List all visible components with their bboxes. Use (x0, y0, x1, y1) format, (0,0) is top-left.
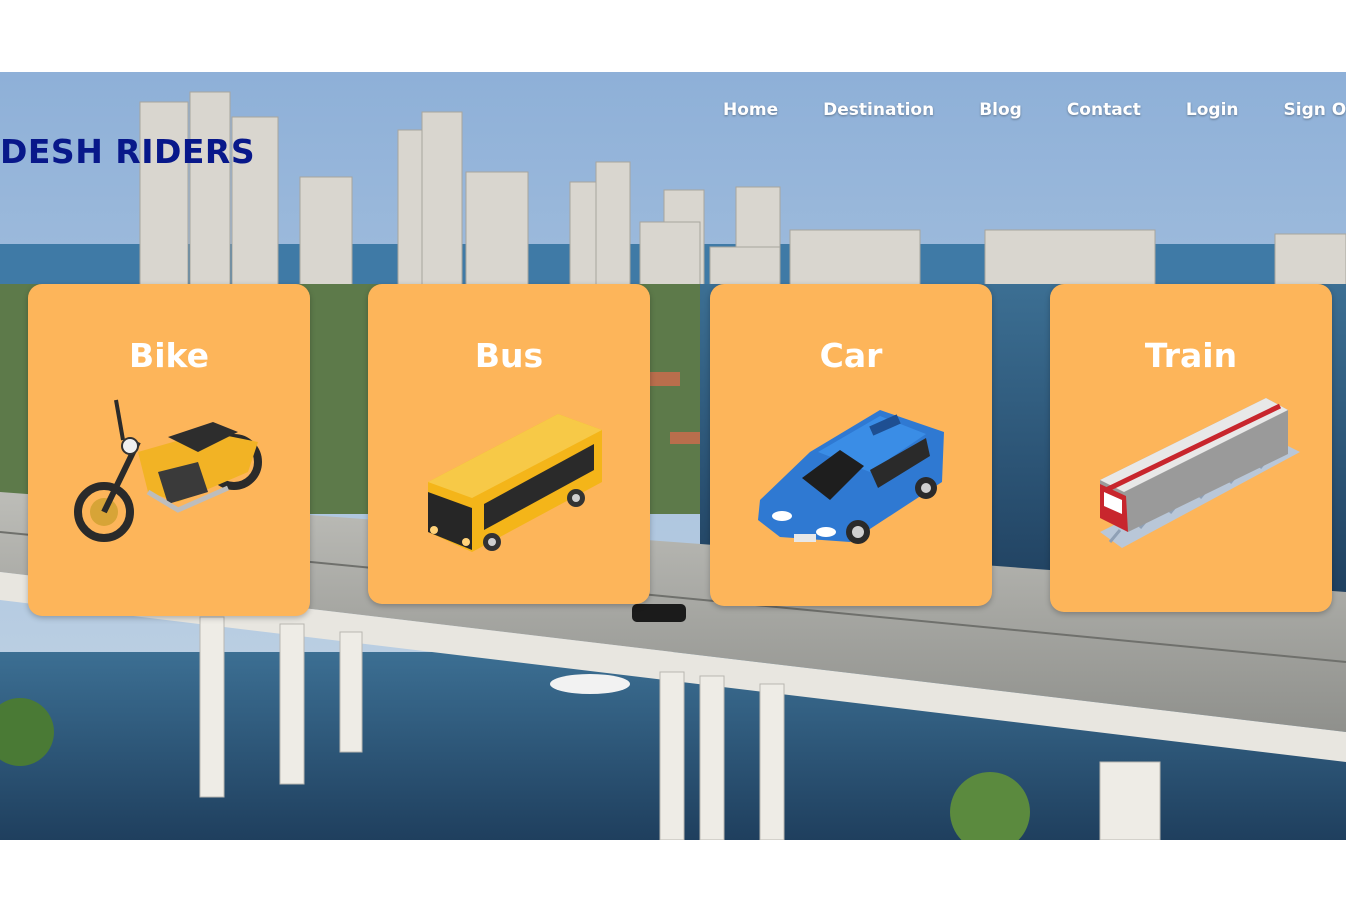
bus-icon (428, 414, 602, 552)
vehicle-card-train[interactable]: Train (1050, 284, 1332, 612)
vehicle-card-bus[interactable]: Bus (368, 284, 650, 604)
nav-signout-link[interactable]: Sign Out (1284, 100, 1346, 120)
nav-contact-link[interactable]: Contact (1067, 100, 1141, 120)
vehicle-card-title: Train (1144, 336, 1238, 375)
car-icon (758, 410, 944, 544)
nav-destination-link[interactable]: Destination (823, 100, 934, 120)
motorbike-icon (74, 399, 262, 542)
main-nav: Home Destination Blog Contact Login Sign… (723, 100, 1346, 120)
vehicle-card-car[interactable]: Car (710, 284, 992, 606)
nav-blog-link[interactable]: Blog (979, 100, 1022, 120)
brand-logo[interactable]: DESH RIDERS (0, 132, 255, 171)
nav-home-link[interactable]: Home (723, 100, 778, 120)
vehicle-card-title: Bus (474, 336, 544, 375)
vehicle-card-title: Car (819, 336, 883, 375)
train-icon (1100, 398, 1300, 548)
vehicle-card-bike[interactable]: Bike (28, 284, 310, 616)
nav-login-link[interactable]: Login (1186, 100, 1239, 120)
vehicle-card-title: Bike (129, 336, 209, 375)
hero-section: DESH RIDERS Home Destination Blog Contac… (0, 72, 1346, 840)
